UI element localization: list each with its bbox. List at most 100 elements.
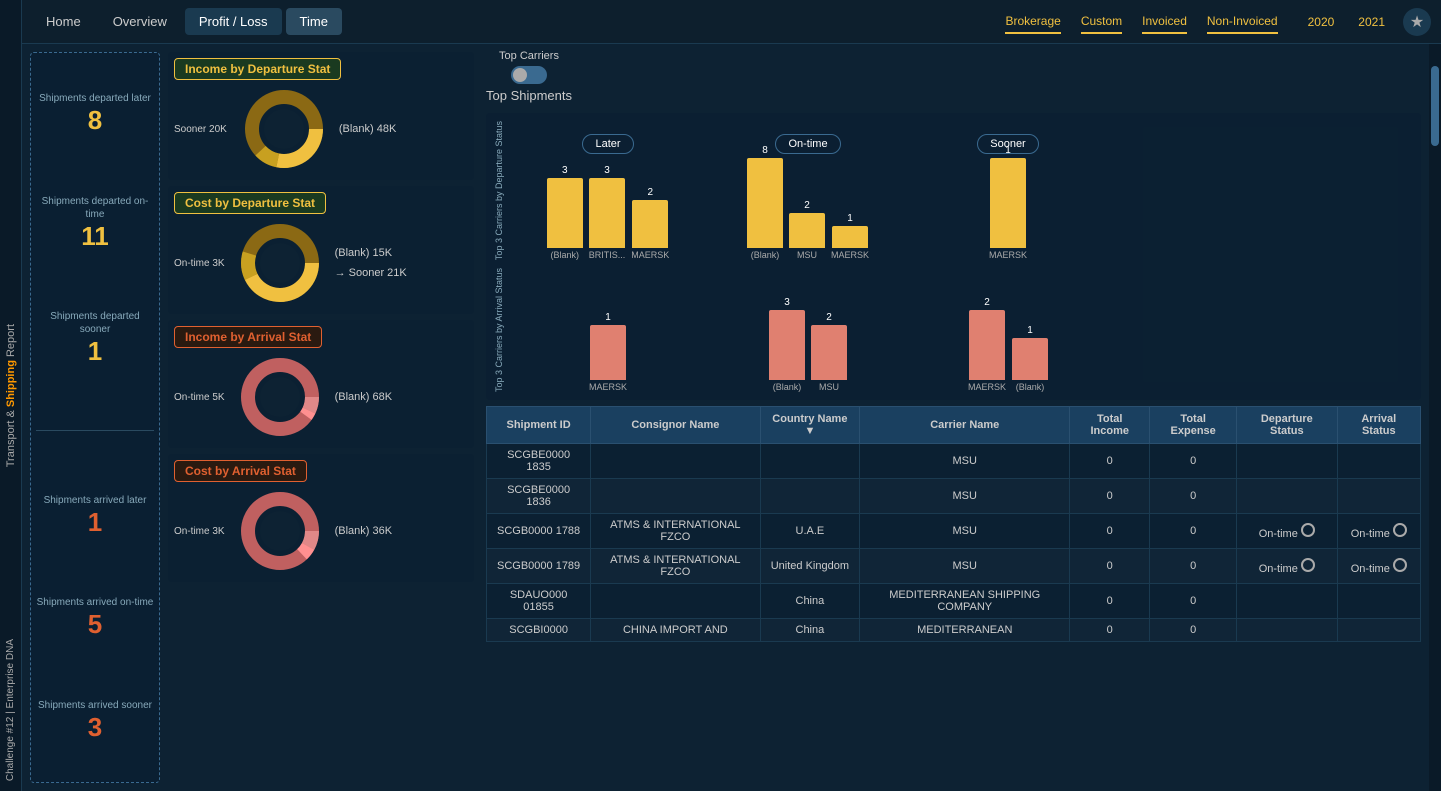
table-row[interactable]: SCGB0000 1788 ATMS & INTERNATIONAL FZCO … — [487, 514, 1421, 549]
col-expense[interactable]: Total Expense — [1150, 407, 1237, 444]
top-controls: Top Carriers Top Shipments — [486, 48, 1421, 107]
nav-profit-loss[interactable]: Profit / Loss — [185, 8, 282, 35]
table-row[interactable]: SCGB0000 1789 ATMS & INTERNATIONAL FZCO … — [487, 549, 1421, 584]
tab-non-invoiced[interactable]: Non-Invoiced — [1207, 10, 1278, 34]
arr-status-cell: On-time — [1337, 514, 1420, 549]
stat-departed-sooner: Shipments departed sooner 1 — [36, 310, 154, 367]
col-carrier[interactable]: Carrier Name — [860, 407, 1070, 444]
income-arrival-title: Income by Arrival Stat — [174, 326, 322, 348]
table-row[interactable]: SCGBE0000 1836 MSU 0 0 — [487, 479, 1421, 514]
user-icon[interactable]: ★ — [1403, 8, 1431, 36]
expense-cell: 0 — [1150, 584, 1237, 619]
year-2020[interactable]: 2020 — [1302, 11, 1341, 33]
later-title: Later — [582, 134, 633, 154]
later-group-arrival: 1 MAERSK — [508, 292, 708, 392]
bar-charts-section: Top 3 Carriers by Departure Status Later… — [486, 113, 1421, 400]
nav-home[interactable]: Home — [32, 8, 95, 35]
country-cell: China — [760, 584, 860, 619]
nav-overview[interactable]: Overview — [99, 8, 181, 35]
arrival-section-label: Top 3 Carriers by Arrival Status — [494, 268, 504, 392]
bar-maersk-sooner-dep: 1 MAERSK — [989, 145, 1027, 260]
col-consignor[interactable]: Consignor Name — [591, 407, 760, 444]
table-row[interactable]: SCGBI0000 CHINA IMPORT AND China MEDITER… — [487, 619, 1421, 642]
col-shipment-id[interactable]: Shipment ID — [487, 407, 591, 444]
table-row[interactable]: SDAUO000 01855 China MEDITERRANEAN SHIPP… — [487, 584, 1421, 619]
year-2021[interactable]: 2021 — [1352, 11, 1391, 33]
stat-arrived-later-value: 1 — [44, 507, 147, 538]
consignor-cell — [591, 444, 760, 479]
departure-section-label: Top 3 Carriers by Departure Status — [494, 121, 504, 260]
tab-invoiced[interactable]: Invoiced — [1142, 10, 1187, 34]
shipment-id-cell: SCGBI0000 — [487, 619, 591, 642]
carrier-cell: MEDITERRANEAN — [860, 619, 1070, 642]
nav-time[interactable]: Time — [286, 8, 342, 35]
left-panel: Shipments departed later 8 Shipments dep… — [22, 44, 482, 791]
carrier-cell: MSU — [860, 444, 1070, 479]
stat-departed-later-label: Shipments departed later — [39, 92, 151, 105]
arr-radio[interactable] — [1393, 558, 1407, 572]
sidebar: Transport & Shipping Report Challenge #1… — [0, 0, 22, 791]
bar-blank-later-dep: 3 (Blank) — [547, 165, 583, 260]
cost-departure-donut — [235, 218, 325, 308]
shipment-id-cell: SDAUO000 01855 — [487, 584, 591, 619]
income-cell: 0 — [1070, 549, 1150, 584]
sooner-arrival-bars: 2 MAERSK 1 (Blank) — [968, 292, 1048, 392]
col-dep-status[interactable]: Departure Status — [1237, 407, 1338, 444]
ontime-group-departure: On-time 8 (Blank) 2 MSU — [708, 134, 908, 260]
stat-arrived-later-label: Shipments arrived later — [44, 494, 147, 507]
arr-status-cell — [1337, 479, 1420, 514]
tab-brokerage[interactable]: Brokerage — [1005, 10, 1060, 34]
dep-status-cell: On-time — [1237, 549, 1338, 584]
table-row[interactable]: SCGBE0000 1835 MSU 0 0 — [487, 444, 1421, 479]
stat-arrived-later: Shipments arrived later 1 — [44, 494, 147, 538]
dep-radio[interactable] — [1301, 523, 1315, 537]
stat-arrived-sooner: Shipments arrived sooner 3 — [38, 699, 152, 743]
cost-arrival-title: Cost by Arrival Stat — [174, 460, 307, 482]
col-country[interactable]: Country Name ▼ — [760, 407, 860, 444]
dep-status-cell: On-time — [1237, 514, 1338, 549]
dep-radio[interactable] — [1301, 558, 1315, 572]
sooner-departure-bars: 1 MAERSK — [989, 160, 1027, 260]
col-income[interactable]: Total Income — [1070, 407, 1150, 444]
consignor-cell: ATMS & INTERNATIONAL FZCO — [591, 549, 760, 584]
stat-arrived-ontime-label: Shipments arrived on-time — [37, 596, 154, 609]
bar-britis-later-dep: 3 BRITIS... — [589, 165, 626, 260]
sooner-label: Sooner 20K — [174, 124, 227, 135]
ontime-arrival-bars: 3 (Blank) 2 MSU — [769, 292, 847, 392]
col-arr-status[interactable]: Arrival Status — [1337, 407, 1420, 444]
shipment-id-cell: SCGBE0000 1836 — [487, 479, 591, 514]
stats-sidebar: Shipments departed later 8 Shipments dep… — [30, 52, 160, 783]
country-cell: China — [760, 619, 860, 642]
bar-maersk-sooner-arr: 2 MAERSK — [968, 297, 1006, 392]
arr-radio[interactable] — [1393, 523, 1407, 537]
income-departure-donut — [239, 84, 329, 174]
charts-panel: Income by Departure Stat Sooner 20K — [160, 44, 482, 791]
tab-custom[interactable]: Custom — [1081, 10, 1122, 34]
stat-departed-later: Shipments departed later 8 — [39, 92, 151, 136]
sooner-group-arrival: 2 MAERSK 1 (Blank) — [908, 292, 1108, 392]
scroll-thumb[interactable] — [1431, 66, 1439, 146]
bar-maersk-later-arr: 1 MAERSK — [589, 312, 627, 392]
consignor-cell — [591, 479, 760, 514]
stat-arrived-sooner-label: Shipments arrived sooner — [38, 699, 152, 712]
arr-status-cell — [1337, 619, 1420, 642]
expense-cell: 0 — [1150, 444, 1237, 479]
income-departure-legend: (Blank) 48K — [339, 123, 396, 135]
income-departure-title: Income by Departure Stat — [174, 58, 341, 80]
cost-arrival-donut — [235, 486, 325, 576]
carrier-cell: MSU — [860, 514, 1070, 549]
expense-cell: 0 — [1150, 549, 1237, 584]
top-carriers-switch[interactable] — [511, 66, 547, 84]
stat-arrived-ontime-value: 5 — [37, 609, 154, 640]
main-content: Home Overview Profit / Loss Time Brokera… — [22, 0, 1441, 791]
top-carriers-label: Top Carriers — [499, 50, 559, 62]
country-cell — [760, 444, 860, 479]
carrier-cell: MEDITERRANEAN SHIPPING COMPANY — [860, 584, 1070, 619]
stat-departed-ontime: Shipments departed on-time 11 — [36, 195, 154, 252]
dep-status-cell — [1237, 619, 1338, 642]
consignor-cell: CHINA IMPORT AND — [591, 619, 760, 642]
shipment-id-cell: SCGB0000 1789 — [487, 549, 591, 584]
scrollbar[interactable] — [1429, 44, 1441, 791]
cost-arrival-card: Cost by Arrival Stat On-time 3K — [168, 454, 474, 582]
shipments-table: Shipment ID Consignor Name Country Name … — [486, 406, 1421, 642]
